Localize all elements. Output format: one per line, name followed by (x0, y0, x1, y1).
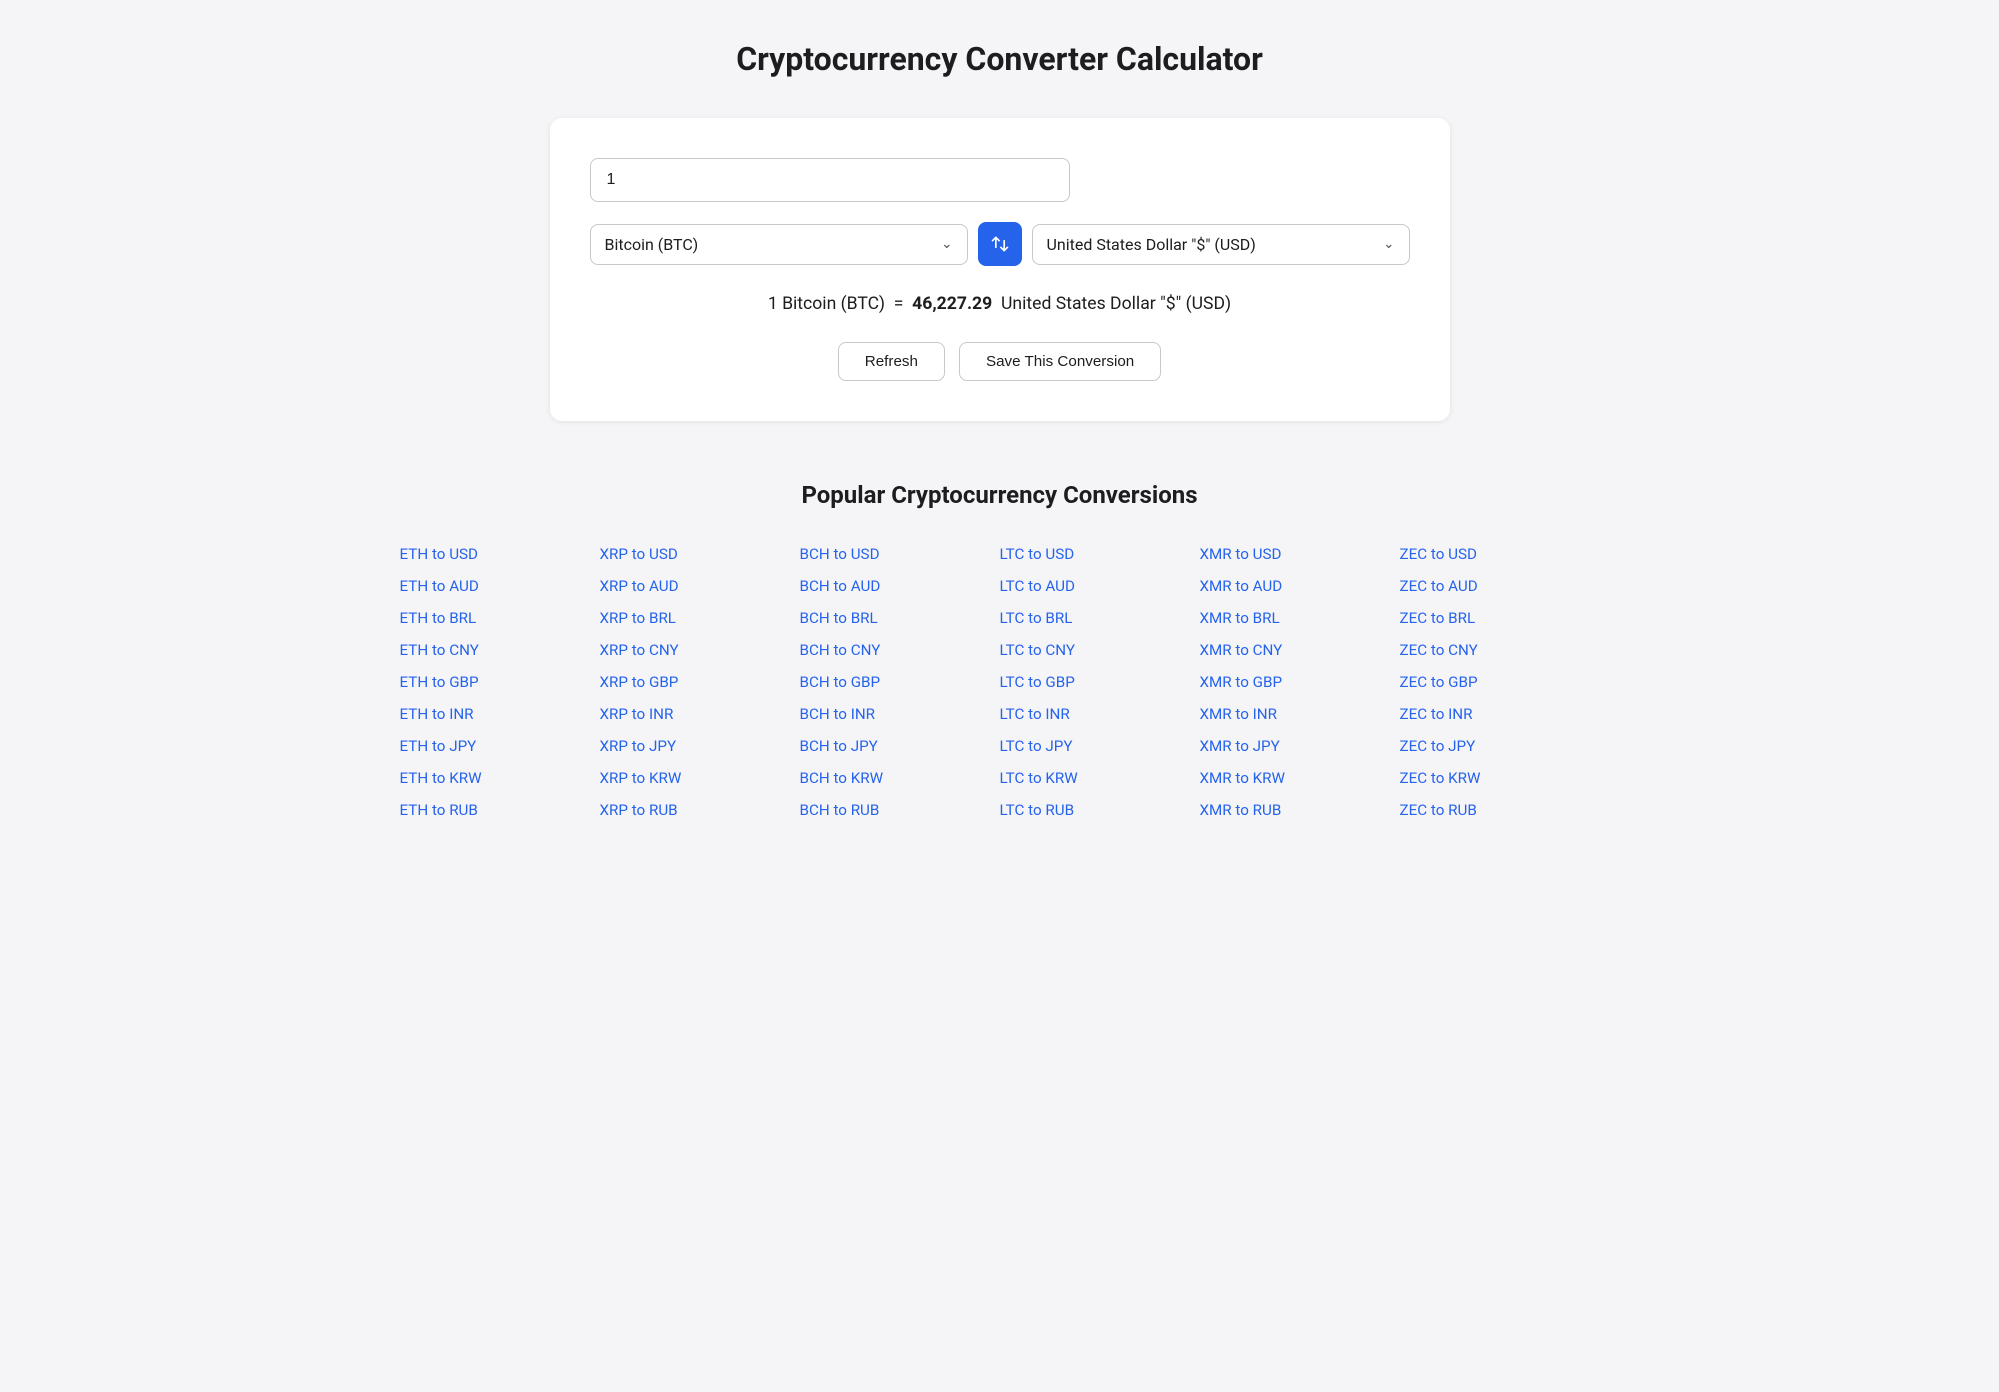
result-row: 1 Bitcoin (BTC) = 46,227.29 United State… (590, 294, 1410, 314)
conversion-link[interactable]: ETH to GBP (400, 669, 600, 695)
conversion-link[interactable]: XRP to AUD (600, 573, 800, 599)
from-chevron-icon: ⌄ (941, 236, 952, 252)
conversion-link[interactable]: ZEC to JPY (1400, 733, 1600, 759)
conversion-link[interactable]: ETH to JPY (400, 733, 600, 759)
conversion-link[interactable]: LTC to RUB (1000, 797, 1200, 823)
conversion-link[interactable]: BCH to RUB (800, 797, 1000, 823)
to-chevron-icon: ⌄ (1383, 236, 1394, 252)
conversion-link[interactable]: XMR to BRL (1200, 605, 1400, 631)
conversion-link[interactable]: BCH to GBP (800, 669, 1000, 695)
conversion-link[interactable]: ZEC to INR (1400, 701, 1600, 727)
currency-row: Bitcoin (BTC) ⌄ United States Dollar "$"… (590, 222, 1410, 266)
conversion-link[interactable]: XMR to INR (1200, 701, 1400, 727)
conversion-link[interactable]: ETH to INR (400, 701, 600, 727)
conversion-link[interactable]: LTC to GBP (1000, 669, 1200, 695)
conversion-link[interactable]: BCH to BRL (800, 605, 1000, 631)
popular-section: Popular Cryptocurrency Conversions ETH t… (400, 481, 1600, 823)
conversion-link[interactable]: LTC to KRW (1000, 765, 1200, 791)
result-from-text: 1 Bitcoin (BTC) (768, 294, 885, 314)
conversion-link[interactable]: ETH to CNY (400, 637, 600, 663)
conversion-link[interactable]: ZEC to RUB (1400, 797, 1600, 823)
conversion-link[interactable]: ETH to AUD (400, 573, 600, 599)
conversion-link[interactable]: XRP to KRW (600, 765, 800, 791)
conversion-link[interactable]: LTC to CNY (1000, 637, 1200, 663)
conversion-link[interactable]: XMR to JPY (1200, 733, 1400, 759)
refresh-button[interactable]: Refresh (838, 342, 945, 381)
conversion-link[interactable]: XMR to USD (1200, 541, 1400, 567)
conversion-link[interactable]: BCH to KRW (800, 765, 1000, 791)
conversion-link[interactable]: ETH to RUB (400, 797, 600, 823)
conversion-link[interactable]: BCH to JPY (800, 733, 1000, 759)
conversion-link[interactable]: XRP to BRL (600, 605, 800, 631)
result-equals: = (894, 294, 904, 314)
action-buttons: Refresh Save This Conversion (590, 342, 1410, 381)
result-value: 46,227.29 (912, 294, 992, 314)
swap-button[interactable] (978, 222, 1022, 266)
conversion-link[interactable]: XMR to KRW (1200, 765, 1400, 791)
swap-icon (990, 234, 1010, 254)
conversion-link[interactable]: XMR to GBP (1200, 669, 1400, 695)
conversion-link[interactable]: BCH to INR (800, 701, 1000, 727)
conversion-link[interactable]: BCH to AUD (800, 573, 1000, 599)
conversion-link[interactable]: XRP to RUB (600, 797, 800, 823)
conversion-link[interactable]: LTC to AUD (1000, 573, 1200, 599)
conversion-link[interactable]: ETH to BRL (400, 605, 600, 631)
conversion-link[interactable]: XRP to INR (600, 701, 800, 727)
result-unit: United States Dollar "$" (USD) (1001, 294, 1231, 314)
to-currency-select[interactable]: United States Dollar "$" (USD) ⌄ (1032, 224, 1410, 265)
save-button[interactable]: Save This Conversion (959, 342, 1161, 381)
conversion-link[interactable]: LTC to USD (1000, 541, 1200, 567)
conversion-link[interactable]: XRP to JPY (600, 733, 800, 759)
conversion-link[interactable]: XRP to CNY (600, 637, 800, 663)
conversion-link[interactable]: ETH to KRW (400, 765, 600, 791)
conversion-link[interactable]: ZEC to AUD (1400, 573, 1600, 599)
conversion-link[interactable]: ETH to USD (400, 541, 600, 567)
page-title: Cryptocurrency Converter Calculator (20, 40, 1979, 78)
conversions-grid: ETH to USDXRP to USDBCH to USDLTC to USD… (400, 541, 1600, 823)
conversion-link[interactable]: XRP to USD (600, 541, 800, 567)
to-currency-label: United States Dollar "$" (USD) (1047, 235, 1384, 254)
conversion-link[interactable]: ZEC to BRL (1400, 605, 1600, 631)
conversion-link[interactable]: ZEC to CNY (1400, 637, 1600, 663)
conversion-link[interactable]: LTC to INR (1000, 701, 1200, 727)
conversion-link[interactable]: ZEC to USD (1400, 541, 1600, 567)
conversion-link[interactable]: LTC to JPY (1000, 733, 1200, 759)
conversion-link[interactable]: XMR to AUD (1200, 573, 1400, 599)
from-currency-select[interactable]: Bitcoin (BTC) ⌄ (590, 224, 968, 265)
conversion-link[interactable]: BCH to USD (800, 541, 1000, 567)
conversion-link[interactable]: ZEC to KRW (1400, 765, 1600, 791)
conversion-link[interactable]: LTC to BRL (1000, 605, 1200, 631)
conversion-link[interactable]: ZEC to GBP (1400, 669, 1600, 695)
conversion-link[interactable]: BCH to CNY (800, 637, 1000, 663)
conversion-link[interactable]: XMR to RUB (1200, 797, 1400, 823)
popular-title: Popular Cryptocurrency Conversions (400, 481, 1600, 509)
conversion-link[interactable]: XMR to CNY (1200, 637, 1400, 663)
conversion-link[interactable]: XRP to GBP (600, 669, 800, 695)
amount-input[interactable] (590, 158, 1070, 202)
from-currency-label: Bitcoin (BTC) (605, 235, 942, 254)
converter-card: Bitcoin (BTC) ⌄ United States Dollar "$"… (550, 118, 1450, 421)
